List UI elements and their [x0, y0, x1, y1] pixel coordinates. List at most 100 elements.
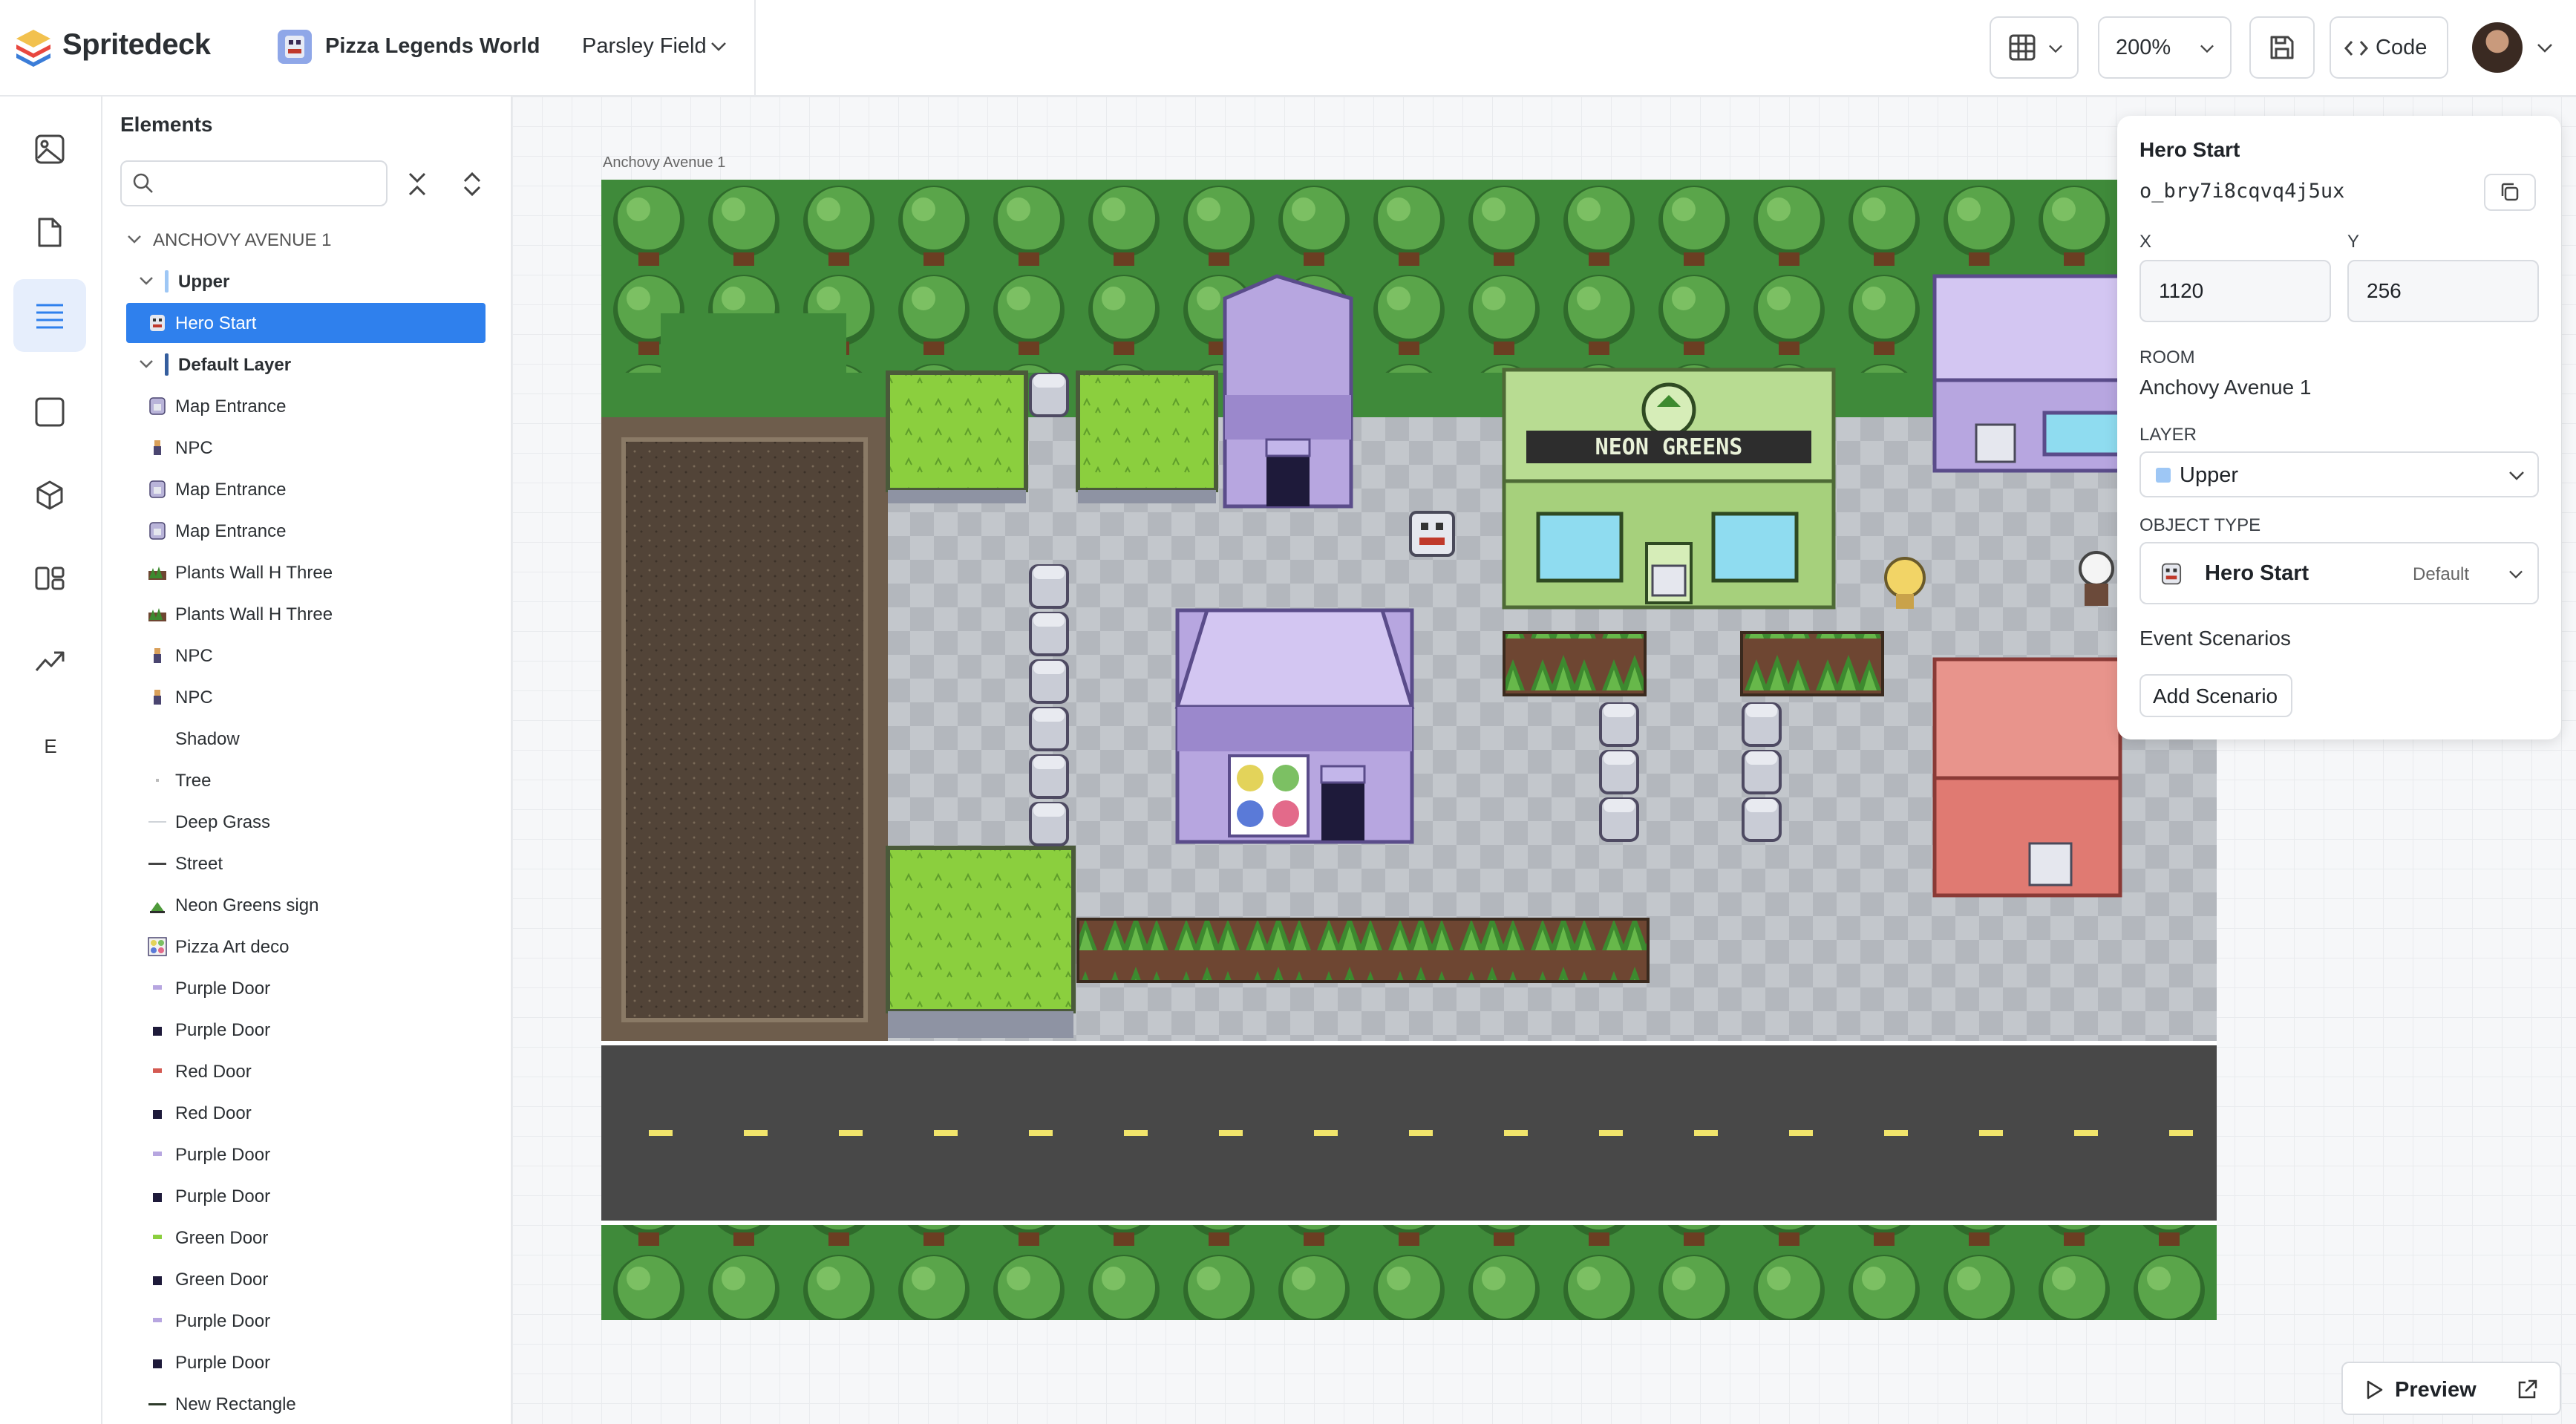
open-external-button[interactable]: [2494, 1362, 2561, 1415]
tree-item-label: Hero Start: [175, 313, 257, 333]
properties-panel: Hero Start o_bry7i8cqvq4j5ux X Y 1120 25…: [2117, 116, 2561, 739]
grid-toggle-button[interactable]: [1990, 16, 2079, 79]
tree-layer-row[interactable]: Default Layer: [126, 344, 486, 385]
chevron-down-icon[interactable]: [2536, 40, 2554, 55]
dark-door-icon: [153, 1359, 162, 1368]
chevron-down-icon: [140, 360, 153, 368]
npc-icon: [154, 440, 161, 455]
tree-item-row[interactable]: Plants Wall H Three: [126, 552, 486, 592]
zoom-select[interactable]: 200%: [2098, 16, 2232, 79]
tree-item-row[interactable]: Tree: [126, 760, 486, 800]
tree-item-row[interactable]: Green Door: [126, 1259, 486, 1299]
layer-label: Upper: [178, 272, 230, 292]
expand-all-icon[interactable]: [457, 169, 487, 199]
project-name[interactable]: Pizza Legends World: [325, 34, 540, 59]
object-type-select[interactable]: Hero Start Default: [2139, 542, 2539, 604]
tree-item-row[interactable]: Map Entrance: [126, 469, 486, 509]
rail-images-button[interactable]: [13, 113, 86, 186]
copy-id-button[interactable]: [2484, 174, 2536, 211]
rail-analytics-button[interactable]: [13, 625, 86, 698]
object-type-label: OBJECT TYPE: [2139, 515, 2261, 535]
rect-line-icon: [148, 1403, 166, 1405]
map-viewport[interactable]: NEON GREENS: [601, 180, 2217, 1320]
tree-item-row[interactable]: Purple Door: [126, 1134, 486, 1175]
play-icon: [2367, 1380, 2383, 1399]
preview-button[interactable]: Preview: [2341, 1362, 2496, 1415]
layer-color-bar: [165, 270, 169, 293]
rail-rectangle-button[interactable]: [13, 376, 86, 448]
room-label: ROOM: [2139, 347, 2195, 368]
save-button[interactable]: [2249, 16, 2315, 79]
tree-item-row[interactable]: Deep Grass: [126, 802, 486, 842]
room-value: Anchovy Avenue 1: [2139, 376, 2312, 399]
tree-item-row[interactable]: Map Entrance: [126, 386, 486, 426]
external-link-icon: [2518, 1379, 2537, 1399]
tree-item-row[interactable]: Purple Door: [126, 968, 486, 1008]
tree-item-row[interactable]: Red Door: [126, 1093, 486, 1133]
npc-icon: [154, 690, 161, 705]
app-name[interactable]: Spritedeck: [62, 28, 211, 62]
tree-item-row[interactable]: Map Entrance: [126, 511, 486, 551]
rail-objects-button[interactable]: [13, 459, 86, 532]
tree-room-row[interactable]: ANCHOVY AVENUE 1: [126, 220, 486, 260]
file-icon: [38, 218, 62, 247]
tree-item-row[interactable]: NPC: [126, 636, 486, 676]
properties-title: Hero Start: [2139, 138, 2240, 161]
dark-door-icon: [153, 1193, 162, 1202]
sign-icon: [150, 902, 165, 913]
door-icon: [149, 522, 166, 540]
room-select[interactable]: Parsley Field: [582, 34, 707, 59]
x-input[interactable]: 1120: [2139, 260, 2331, 322]
chevron-down-icon: [2509, 471, 2524, 480]
tree-item-row[interactable]: Purple Door: [126, 1010, 486, 1050]
dark-door-icon: [153, 1110, 162, 1119]
tree-item-row[interactable]: Purple Door: [126, 1342, 486, 1382]
collapse-all-icon[interactable]: [402, 169, 432, 199]
tree-item-row[interactable]: NPC: [126, 428, 486, 468]
tree-item-row[interactable]: Purple Door: [126, 1301, 486, 1341]
tree-item-row[interactable]: Street: [126, 843, 486, 884]
tree-item-row[interactable]: Green Door: [126, 1218, 486, 1258]
tree-item-row[interactable]: Shadow: [126, 719, 486, 759]
layer-label: Default Layer: [178, 355, 292, 375]
rail-components-button[interactable]: [13, 542, 86, 615]
dark-door-icon: [153, 1276, 162, 1285]
tree-item-row[interactable]: Purple Door: [126, 1176, 486, 1216]
chevron-down-icon: [2049, 45, 2062, 53]
tree-layer-row[interactable]: Upper: [126, 261, 486, 301]
plants-icon: [148, 566, 166, 580]
tree-item-row[interactable]: Pizza Art deco: [126, 927, 486, 967]
add-scenario-button[interactable]: Add Scenario: [2139, 674, 2292, 717]
tree-item-row[interactable]: Plants Wall H Three: [126, 594, 486, 634]
chevron-down-icon[interactable]: [710, 39, 728, 53]
shop-sign: NEON GREENS: [1595, 434, 1743, 460]
tree-item-label: Plants Wall H Three: [175, 604, 333, 624]
square-icon: [35, 397, 65, 427]
rail-elements-button[interactable]: [13, 279, 86, 352]
tree-item-label: Red Door: [175, 1062, 252, 1082]
tree-item-label: Green Door: [175, 1228, 269, 1248]
elements-search-input[interactable]: [120, 160, 388, 206]
layer-swatch: [2156, 468, 2171, 483]
tree-item-label: NPC: [175, 438, 213, 458]
dark-door-icon: [153, 1027, 162, 1036]
rail-e-button[interactable]: E: [0, 735, 101, 758]
layer-select[interactable]: Upper: [2139, 451, 2539, 497]
map-caption: Anchovy Avenue 1: [603, 154, 726, 171]
code-button[interactable]: Code: [2330, 16, 2448, 79]
rail-files-button[interactable]: [13, 196, 86, 269]
plants-icon: [148, 608, 166, 621]
tree-item-row[interactable]: Red Door: [126, 1051, 486, 1091]
tree-item-row[interactable]: Neon Greens sign: [126, 885, 486, 925]
tree-item-row[interactable]: NPC: [126, 677, 486, 717]
elements-title: Elements: [120, 113, 213, 136]
elements-panel: Elements ANCHOVY AVENUE 1 Upper Hero Sta…: [102, 97, 512, 1424]
tree-item-row[interactable]: New Rectangle: [126, 1384, 486, 1424]
user-avatar[interactable]: [2472, 22, 2523, 73]
object-type-value: Hero Start: [2205, 561, 2309, 585]
tree-item-row[interactable]: Hero Start: [126, 303, 486, 343]
green-door-icon: [153, 1235, 162, 1239]
search-icon: [133, 173, 153, 193]
y-value: 256: [2367, 279, 2402, 302]
y-input[interactable]: 256: [2347, 260, 2539, 322]
